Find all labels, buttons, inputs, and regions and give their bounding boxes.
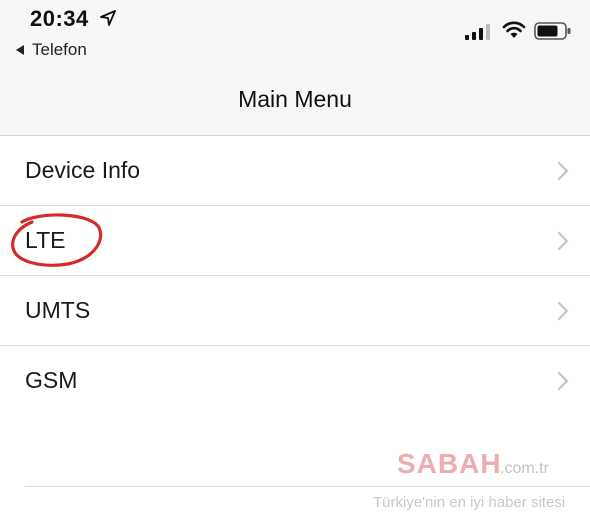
status-time: 20:34: [30, 6, 89, 31]
chevron-right-icon: [557, 231, 569, 251]
list-bottom-separator: [25, 486, 590, 487]
page-title: Main Menu: [238, 86, 352, 112]
menu-item-label: LTE: [25, 227, 66, 253]
watermark-tagline: Türkiye'nin en iyi haber sitesi: [373, 494, 566, 511]
watermark-domain: .com.tr: [500, 460, 549, 477]
location-arrow-icon: [100, 10, 116, 26]
back-app-label: Telefon: [32, 40, 87, 59]
menu-item-label: GSM: [25, 367, 78, 393]
menu-item-device-info[interactable]: Device Info: [0, 136, 590, 206]
signal-bars-icon: [465, 24, 490, 40]
chevron-right-icon: [557, 161, 569, 181]
watermark-logo: SABAH: [397, 448, 502, 479]
menu-item-label: Device Info: [25, 157, 141, 183]
back-triangle-icon: [16, 45, 24, 55]
chevron-right-icon: [557, 371, 569, 391]
back-to-app-link[interactable]: Telefon: [14, 40, 87, 60]
phone-screen: 20:34 Telefon Main Menu Device Info LTE …: [0, 0, 590, 523]
status-bar: 20:34 Telefon: [0, 0, 590, 66]
menu-item-label: UMTS: [25, 297, 91, 323]
menu-item-umts[interactable]: UMTS: [0, 276, 590, 346]
battery-icon: [534, 22, 571, 40]
wifi-icon: [502, 21, 526, 38]
chevron-right-icon: [557, 301, 569, 321]
navigation-bar: Main Menu: [0, 66, 590, 136]
menu-item-lte[interactable]: LTE: [0, 206, 590, 276]
menu-item-gsm[interactable]: GSM: [0, 346, 590, 416]
main-menu-list: Device Info LTE UMTS GSM: [0, 136, 590, 416]
